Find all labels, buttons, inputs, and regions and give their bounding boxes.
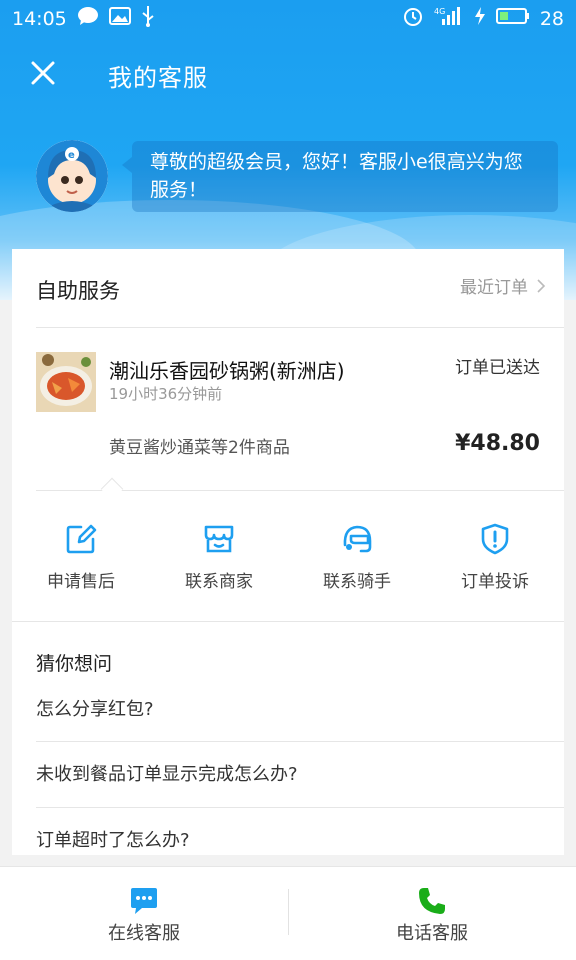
service-actions: 申请售后 联系商家 联系骑手 订单投诉 bbox=[12, 493, 564, 621]
image-notification-icon bbox=[108, 6, 131, 31]
shop-icon bbox=[204, 525, 234, 553]
contact-rider-button[interactable]: 联系骑手 bbox=[288, 493, 426, 621]
status-time: 14:05 bbox=[12, 7, 67, 30]
complaint-shield-icon bbox=[481, 523, 509, 555]
phone-service-button[interactable]: 电话客服 bbox=[288, 867, 576, 960]
faq-item[interactable]: 怎么分享红包? bbox=[36, 677, 564, 743]
self-service-card: 自助服务 最近订单 潮汕乐香园砂锅粥(新洲店) 19小时36分钟前 订单已送达 … bbox=[12, 249, 564, 855]
recent-orders-label: 最近订单 bbox=[460, 278, 528, 298]
self-service-title: 自助服务 bbox=[36, 279, 120, 303]
greeting-bubble: 尊敬的超级会员，您好！客服小e很高兴为您服务！ bbox=[122, 141, 558, 212]
recent-order[interactable]: 潮汕乐香园砂锅粥(新洲店) 19小时36分钟前 订单已送达 黄豆酱炒通菜等2件商… bbox=[36, 349, 540, 489]
signal-icon: 4G bbox=[434, 5, 464, 32]
svg-text:e: e bbox=[68, 150, 75, 161]
svg-text:4G: 4G bbox=[434, 7, 445, 16]
apply-after-sales-button[interactable]: 申请售后 bbox=[12, 493, 150, 621]
faq-question: 未收到餐品订单显示完成怎么办? bbox=[36, 764, 298, 785]
faq-title: 猜你想问 bbox=[36, 653, 113, 675]
charging-icon bbox=[474, 6, 486, 31]
faq-question: 订单超时了怎么办? bbox=[36, 830, 190, 851]
phone-service-label: 电话客服 bbox=[396, 923, 468, 944]
chat-notification-icon bbox=[77, 6, 99, 31]
faq-item[interactable]: 未收到餐品订单显示完成怎么办? bbox=[36, 742, 564, 808]
phone-icon bbox=[419, 888, 445, 914]
rider-helmet-icon bbox=[343, 525, 372, 553]
battery-icon bbox=[495, 6, 530, 31]
nav-bar: 我的客服 bbox=[0, 40, 576, 110]
chevron-right-icon bbox=[537, 278, 546, 293]
order-food-thumbnail bbox=[36, 352, 96, 412]
alarm-icon bbox=[402, 5, 424, 32]
order-price: ¥48.80 bbox=[455, 431, 540, 456]
action-label: 联系商家 bbox=[185, 572, 253, 592]
status-bar: 14:05 4G 28 bbox=[0, 0, 576, 34]
shop-name: 潮汕乐香园砂锅粥(新洲店) bbox=[109, 359, 345, 383]
order-status: 订单已送达 bbox=[455, 358, 540, 378]
edit-icon bbox=[66, 524, 97, 554]
online-service-label: 在线客服 bbox=[108, 923, 180, 944]
divider bbox=[36, 327, 564, 328]
action-label: 联系骑手 bbox=[323, 572, 391, 592]
divider bbox=[12, 621, 564, 622]
bottom-bar: 在线客服 电话客服 bbox=[0, 866, 576, 960]
chat-icon bbox=[131, 888, 157, 914]
close-button[interactable] bbox=[26, 56, 60, 90]
recent-orders-link[interactable]: 最近订单 bbox=[460, 273, 546, 298]
action-label: 申请售后 bbox=[47, 572, 115, 592]
online-service-button[interactable]: 在线客服 bbox=[0, 867, 288, 960]
close-icon bbox=[31, 61, 55, 85]
action-label: 订单投诉 bbox=[461, 572, 529, 592]
page-title: 我的客服 bbox=[108, 64, 208, 92]
order-time: 19小时36分钟前 bbox=[109, 385, 223, 403]
battery-level: 28 bbox=[539, 7, 564, 30]
usb-icon bbox=[141, 5, 155, 32]
assistant-avatar: e bbox=[36, 140, 108, 212]
order-complaint-button[interactable]: 订单投诉 bbox=[426, 493, 564, 621]
order-items-summary: 黄豆酱炒通菜等2件商品 bbox=[109, 438, 290, 458]
faq-item[interactable]: 订单超时了怎么办? bbox=[36, 808, 564, 874]
faq-question: 怎么分享红包? bbox=[36, 699, 154, 720]
contact-merchant-button[interactable]: 联系商家 bbox=[150, 493, 288, 621]
